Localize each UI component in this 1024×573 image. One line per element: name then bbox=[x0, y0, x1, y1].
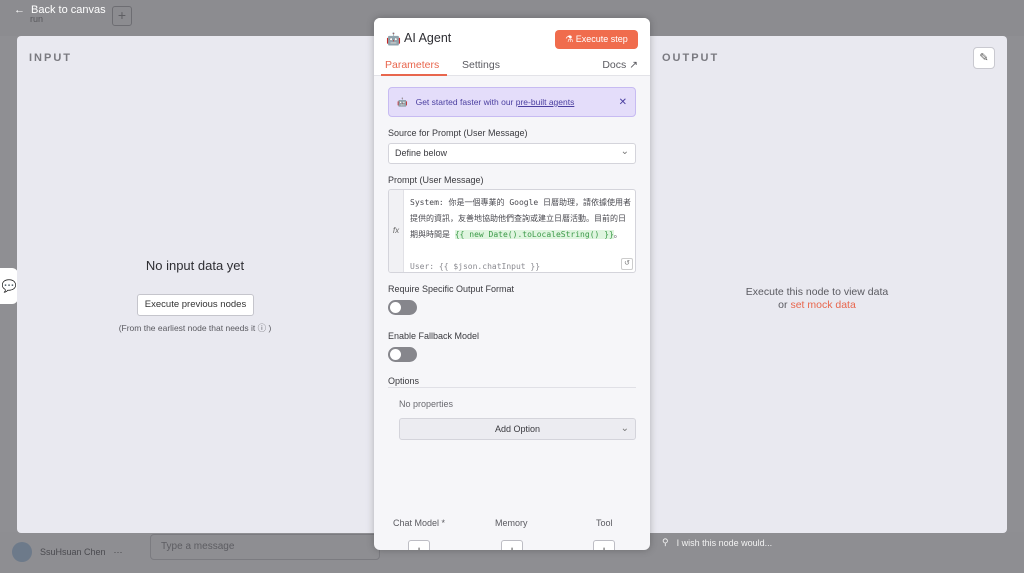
dialog-header: 🤖 AI Agent ⚗ Execute step Parameters Set… bbox=[374, 18, 650, 76]
arrow-left-icon: ← bbox=[14, 4, 25, 16]
chat-message-input[interactable]: Type a message bbox=[150, 534, 380, 560]
prebuilt-agents-banner: 🤖 Get started faster with our pre-built … bbox=[388, 87, 636, 117]
chat-icon[interactable]: 💬 bbox=[0, 268, 18, 304]
source-prompt-label: Source for Prompt (User Message) bbox=[388, 128, 528, 138]
prompt-text-end: 。 bbox=[613, 230, 622, 239]
execute-step-label: Execute step bbox=[575, 34, 628, 44]
tab-settings[interactable]: Settings bbox=[462, 59, 500, 71]
add-option-label: Add Option bbox=[494, 424, 541, 434]
robot-icon: 🤖 bbox=[386, 32, 401, 46]
output-message-or: or bbox=[778, 299, 791, 311]
fallback-model-toggle[interactable] bbox=[388, 347, 417, 362]
back-to-canvas-link[interactable]: ← Back to canvas bbox=[14, 4, 106, 16]
banner-text: Get started faster with our bbox=[415, 97, 516, 107]
add-tool-button[interactable]: + bbox=[593, 540, 615, 550]
prompt-editor[interactable]: fx System: 你是一個專業的 Google 日曆助理，請依據使用者提供的… bbox=[388, 189, 636, 273]
more-icon[interactable]: ⋯ bbox=[114, 547, 123, 558]
connector-memory-label: Memory bbox=[495, 518, 528, 528]
source-prompt-select[interactable]: Define below ⌄ bbox=[388, 143, 636, 164]
prompt-user-line: User: {{ $json.chatInput }} bbox=[410, 262, 541, 271]
fx-icon: fx bbox=[389, 190, 404, 272]
source-prompt-value: Define below bbox=[395, 148, 448, 158]
edit-output-button[interactable]: ✎ bbox=[973, 47, 995, 69]
chevron-down-icon: ⌄ bbox=[620, 146, 629, 157]
connector-chat-model-label: Chat Model * bbox=[393, 518, 446, 528]
output-format-toggle[interactable] bbox=[388, 300, 417, 315]
ai-agent-dialog: 🤖 AI Agent ⚗ Execute step Parameters Set… bbox=[374, 18, 650, 550]
output-format-label: Require Specific Output Format bbox=[388, 284, 515, 294]
add-tab-button[interactable]: + bbox=[112, 6, 132, 26]
pencil-icon: ✎ bbox=[979, 52, 989, 64]
tab-docs[interactable]: Docs ↗ bbox=[602, 59, 638, 71]
user-profile[interactable]: SsuHsuan Chen ⋯ bbox=[12, 542, 123, 562]
feedback-prompt[interactable]: ⚲ I wish this node would... bbox=[662, 537, 772, 548]
user-name: SsuHsuan Chen bbox=[40, 547, 106, 557]
feedback-text: I wish this node would... bbox=[676, 537, 773, 548]
avatar bbox=[12, 542, 32, 562]
options-divider bbox=[388, 387, 636, 388]
options-label: Options bbox=[388, 376, 420, 386]
output-message-line: Execute this node to view data bbox=[745, 286, 889, 298]
output-panel: OUTPUT ✎ Execute this node to view data … bbox=[627, 36, 1007, 533]
execute-previous-nodes-button[interactable]: Execute previous nodes bbox=[137, 294, 254, 316]
tab-parameters[interactable]: Parameters bbox=[385, 59, 439, 71]
prompt-label: Prompt (User Message) bbox=[388, 175, 484, 185]
prebuilt-agents-link[interactable]: pre-built agents bbox=[516, 97, 575, 107]
input-panel-label: INPUT bbox=[29, 52, 72, 64]
no-input-title: No input data yet bbox=[145, 258, 245, 273]
flask-icon: ⚗ bbox=[565, 34, 574, 44]
connector-tool-label: Tool bbox=[596, 518, 613, 528]
input-panel: INPUT No input data yet Execute previous… bbox=[17, 36, 397, 533]
docs-label: Docs bbox=[602, 59, 627, 71]
node-title: AI Agent bbox=[404, 31, 452, 45]
active-tab-indicator bbox=[381, 74, 447, 76]
prompt-expression: {{ new Date().toLocaleString() }} bbox=[454, 230, 614, 239]
output-empty-message: Execute this node to view data or set mo… bbox=[627, 286, 1007, 312]
lightbulb-icon: ⚲ bbox=[662, 537, 669, 547]
robot-icon: 🤖 bbox=[397, 96, 408, 107]
output-panel-label: OUTPUT bbox=[662, 52, 720, 64]
execute-step-button[interactable]: ⚗ Execute step bbox=[555, 30, 638, 49]
set-mock-data-link[interactable]: set mock data bbox=[790, 299, 855, 311]
chevron-down-icon: ⌄ bbox=[620, 423, 629, 434]
prompt-text[interactable]: System: 你是一個專業的 Google 日曆助理，請依據使用者提供的資訊，… bbox=[410, 195, 632, 272]
workflow-tab[interactable]: run bbox=[30, 14, 43, 24]
no-properties-text: No properties bbox=[399, 399, 454, 409]
expand-icon[interactable]: ↺ bbox=[621, 258, 633, 270]
add-memory-button[interactable]: + bbox=[501, 540, 523, 550]
close-icon[interactable]: ✕ bbox=[619, 97, 627, 108]
add-option-button[interactable]: Add Option ⌄ bbox=[399, 418, 636, 440]
fallback-model-label: Enable Fallback Model bbox=[388, 331, 480, 341]
earliest-node-note: (From the earliest node that needs it ⓘ … bbox=[118, 323, 272, 333]
add-chat-model-button[interactable]: + bbox=[408, 540, 430, 550]
external-link-icon: ↗ bbox=[629, 59, 638, 71]
